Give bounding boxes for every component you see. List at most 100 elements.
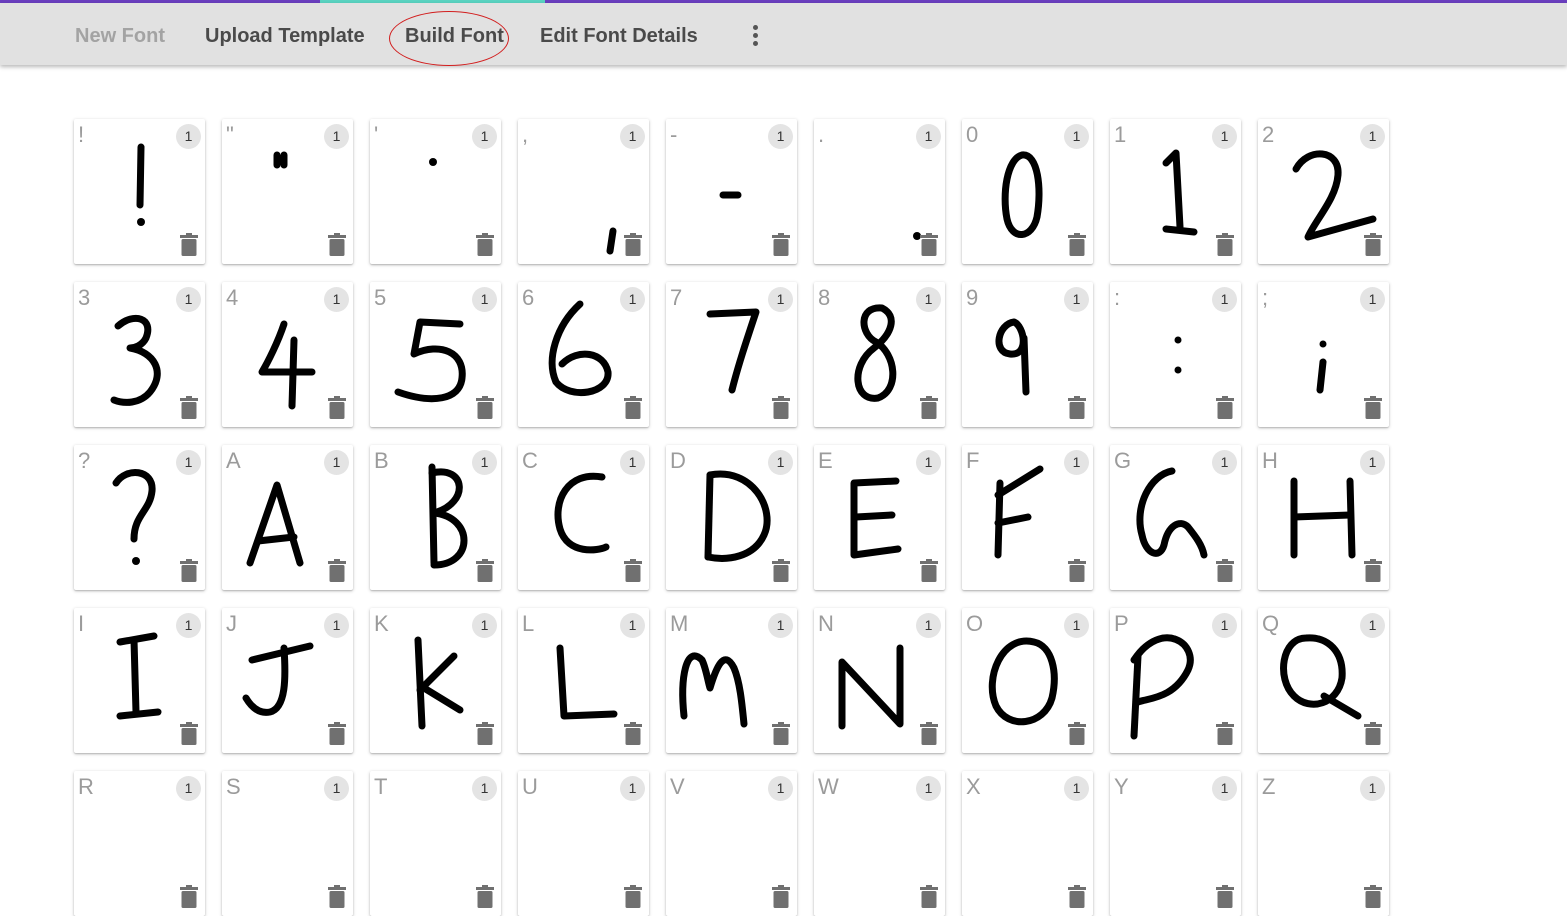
more-vert-icon[interactable] [745, 22, 765, 50]
glyph-tile[interactable]: 81 [814, 282, 945, 427]
edit-font-details-button[interactable]: Edit Font Details [540, 25, 698, 48]
delete-icon[interactable] [624, 233, 642, 256]
glyph-count-badge: 1 [472, 613, 497, 638]
delete-icon[interactable] [1364, 396, 1382, 419]
glyph-tile[interactable]: W1 [814, 771, 945, 916]
delete-icon[interactable] [920, 559, 938, 582]
delete-icon[interactable] [476, 396, 494, 419]
glyph-count-badge: 1 [1212, 124, 1237, 149]
delete-icon[interactable] [624, 722, 642, 745]
glyph-tile[interactable]: 11 [1110, 119, 1241, 264]
glyph-tile[interactable]: .1 [814, 119, 945, 264]
delete-icon[interactable] [1216, 559, 1234, 582]
glyph-tile[interactable]: Y1 [1110, 771, 1241, 916]
delete-icon[interactable] [1364, 885, 1382, 908]
delete-icon[interactable] [476, 722, 494, 745]
upload-template-button[interactable]: Upload Template [205, 25, 365, 48]
delete-icon[interactable] [1068, 396, 1086, 419]
glyph-tile[interactable]: :1 [1110, 282, 1241, 427]
glyph-tile[interactable]: G1 [1110, 445, 1241, 590]
delete-icon[interactable] [624, 396, 642, 419]
glyph-tile[interactable]: 31 [74, 282, 205, 427]
top-toolbar: New Font Upload Template Build Font Edit… [0, 3, 1567, 66]
delete-icon[interactable] [180, 559, 198, 582]
delete-icon[interactable] [772, 233, 790, 256]
glyph-tile[interactable]: N1 [814, 608, 945, 753]
glyph-tile[interactable]: S1 [222, 771, 353, 916]
glyph-tile[interactable]: B1 [370, 445, 501, 590]
glyph-tile[interactable]: Z1 [1258, 771, 1389, 916]
delete-icon[interactable] [476, 885, 494, 908]
delete-icon[interactable] [920, 722, 938, 745]
delete-icon[interactable] [180, 722, 198, 745]
glyph-tile[interactable]: E1 [814, 445, 945, 590]
delete-icon[interactable] [180, 396, 198, 419]
glyph-tile[interactable]: H1 [1258, 445, 1389, 590]
glyph-tile[interactable]: U1 [518, 771, 649, 916]
glyph-tile[interactable]: 41 [222, 282, 353, 427]
delete-icon[interactable] [1068, 559, 1086, 582]
delete-icon[interactable] [920, 396, 938, 419]
glyph-tile[interactable]: 01 [962, 119, 1093, 264]
delete-icon[interactable] [1068, 233, 1086, 256]
glyph-tile[interactable]: ; 1 [1258, 282, 1389, 427]
delete-icon[interactable] [624, 559, 642, 582]
glyph-tile[interactable]: X1 [962, 771, 1093, 916]
glyph-tile[interactable]: ,1 [518, 119, 649, 264]
glyph-tile[interactable]: R1 [74, 771, 205, 916]
glyph-tile[interactable]: 21 [1258, 119, 1389, 264]
glyph-tile[interactable]: M1 [666, 608, 797, 753]
delete-icon[interactable] [1068, 722, 1086, 745]
glyph-tile[interactable]: Q1 [1258, 608, 1389, 753]
delete-icon[interactable] [1216, 885, 1234, 908]
glyph-tile[interactable]: 91 [962, 282, 1093, 427]
delete-icon[interactable] [920, 233, 938, 256]
glyph-tile[interactable]: 61 [518, 282, 649, 427]
delete-icon[interactable] [624, 885, 642, 908]
glyph-tile[interactable]: V1 [666, 771, 797, 916]
glyph-tile[interactable]: " 1 [222, 119, 353, 264]
glyph-tile[interactable]: F1 [962, 445, 1093, 590]
delete-icon[interactable] [1364, 233, 1382, 256]
delete-icon[interactable] [772, 722, 790, 745]
glyph-tile[interactable]: K1 [370, 608, 501, 753]
glyph-tile[interactable]: C1 [518, 445, 649, 590]
glyph-tile[interactable]: L1 [518, 608, 649, 753]
new-font-button[interactable]: New Font [75, 25, 165, 48]
glyph-tile[interactable]: -1 [666, 119, 797, 264]
delete-icon[interactable] [328, 885, 346, 908]
delete-icon[interactable] [1216, 396, 1234, 419]
delete-icon[interactable] [1216, 233, 1234, 256]
delete-icon[interactable] [772, 396, 790, 419]
glyph-character-label: N [818, 611, 834, 636]
glyph-tile[interactable]: O1 [962, 608, 1093, 753]
glyph-tile[interactable]: I1 [74, 608, 205, 753]
delete-icon[interactable] [476, 233, 494, 256]
glyph-tile[interactable]: ! 1 [74, 119, 205, 264]
delete-icon[interactable] [328, 559, 346, 582]
delete-icon[interactable] [920, 885, 938, 908]
delete-icon[interactable] [772, 885, 790, 908]
glyph-character-label: Z [1262, 774, 1276, 799]
glyph-tile[interactable]: 71 [666, 282, 797, 427]
delete-icon[interactable] [328, 233, 346, 256]
glyph-tile[interactable]: 51 [370, 282, 501, 427]
delete-icon[interactable] [1364, 559, 1382, 582]
build-font-button[interactable]: Build Font [405, 25, 504, 48]
delete-icon[interactable] [1364, 722, 1382, 745]
delete-icon[interactable] [328, 396, 346, 419]
delete-icon[interactable] [1216, 722, 1234, 745]
glyph-tile[interactable]: P1 [1110, 608, 1241, 753]
delete-icon[interactable] [476, 559, 494, 582]
glyph-tile[interactable]: ' 1 [370, 119, 501, 264]
delete-icon[interactable] [1068, 885, 1086, 908]
delete-icon[interactable] [772, 559, 790, 582]
glyph-tile[interactable]: T1 [370, 771, 501, 916]
delete-icon[interactable] [180, 885, 198, 908]
delete-icon[interactable] [328, 722, 346, 745]
glyph-tile[interactable]: ? 1 [74, 445, 205, 590]
delete-icon[interactable] [180, 233, 198, 256]
glyph-tile[interactable]: A1 [222, 445, 353, 590]
glyph-tile[interactable]: J1 [222, 608, 353, 753]
glyph-tile[interactable]: D1 [666, 445, 797, 590]
